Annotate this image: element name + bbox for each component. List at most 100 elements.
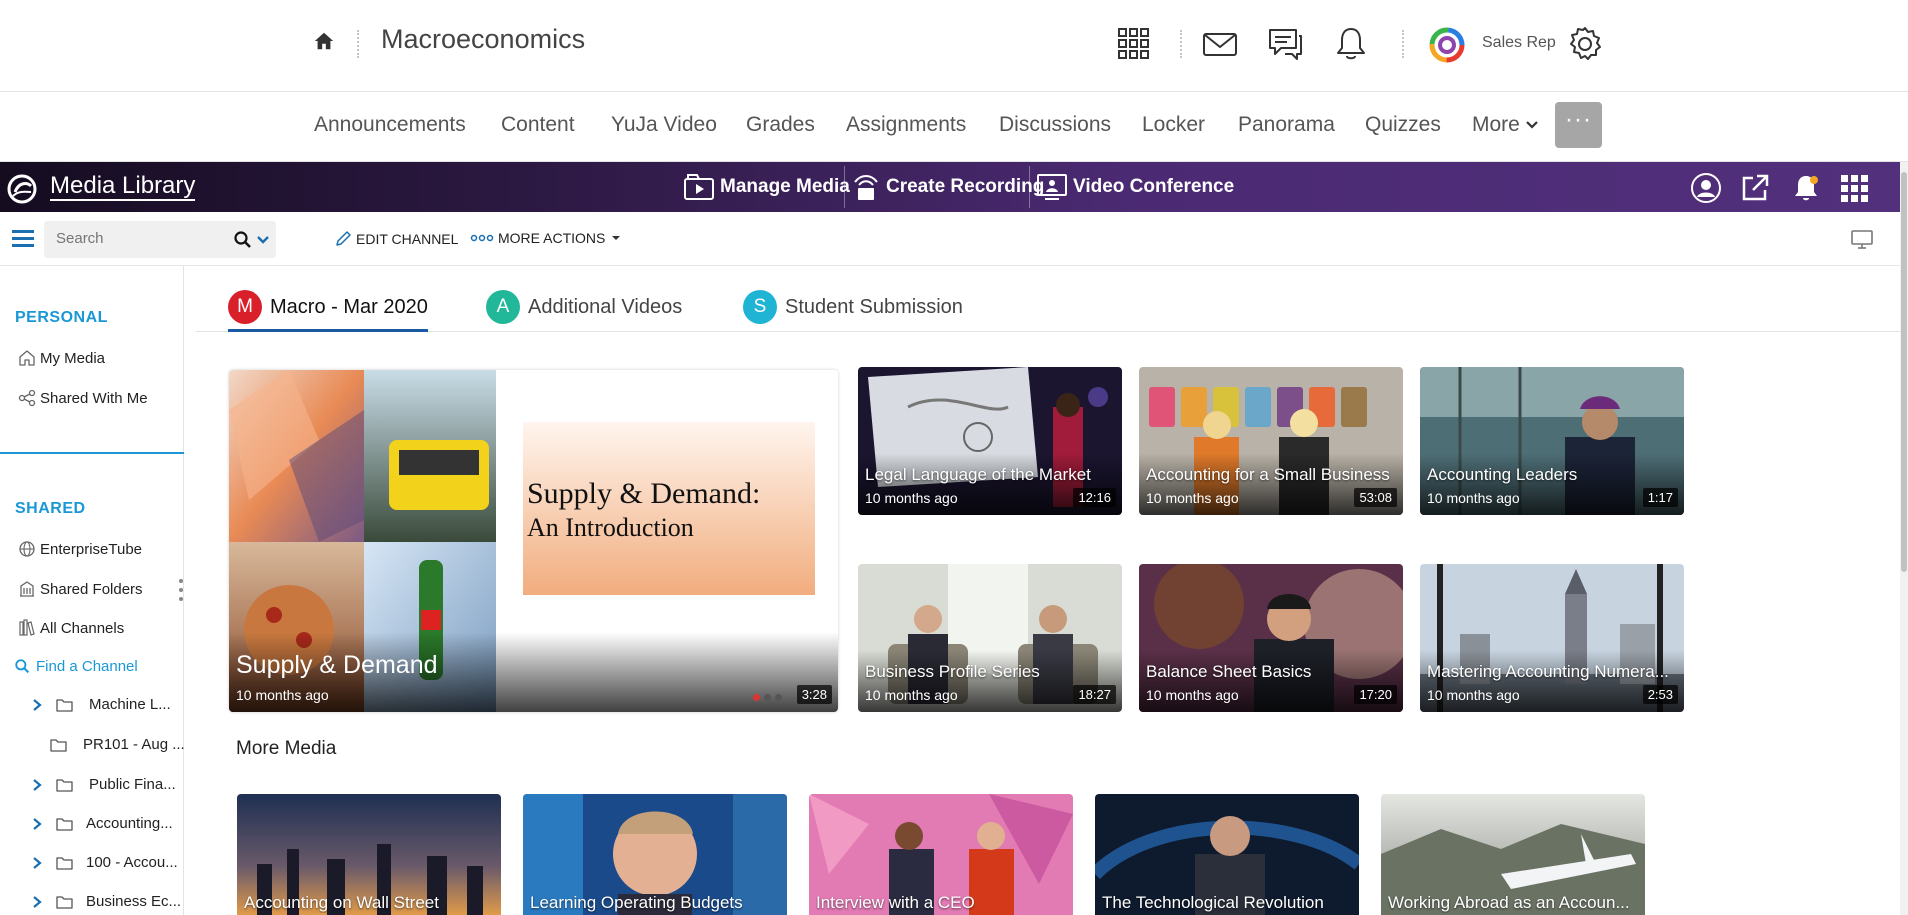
bell-icon[interactable] (1333, 26, 1369, 62)
tab-label: Macro - Mar 2020 (270, 296, 428, 318)
media-card[interactable]: The Technological Revolution (1095, 794, 1359, 915)
video-conference-label: Video Conference (1073, 176, 1235, 197)
video-title[interactable]: Mastering Accounting Numera... (1427, 662, 1669, 682)
video-card[interactable]: Business Profile Series 10 months ago 18… (858, 564, 1122, 712)
carousel-dot[interactable] (764, 694, 771, 701)
more-actions-button[interactable]: MORE ACTIONS (470, 230, 621, 246)
media-title[interactable]: Accounting on Wall Street (244, 893, 439, 913)
media-card[interactable]: Working Abroad as an Accoun... (1381, 794, 1645, 915)
chevron-right-icon[interactable] (30, 698, 44, 712)
user-avatar[interactable] (1428, 26, 1466, 64)
apps-grid-icon[interactable] (1838, 172, 1870, 204)
create-recording-button[interactable]: Create Recording (852, 162, 1044, 212)
nav-quizzes[interactable]: Quizzes (1365, 113, 1441, 137)
nav-overflow-button[interactable]: ··· (1555, 102, 1602, 148)
scrollbar-thumb[interactable] (1901, 172, 1907, 572)
settings-gear-icon[interactable] (1567, 26, 1603, 62)
tab-badge: M (228, 290, 262, 324)
external-link-icon[interactable] (1739, 172, 1771, 204)
chevron-right-icon[interactable] (30, 778, 44, 792)
video-title[interactable]: Accounting for a Small Business (1146, 465, 1390, 485)
edit-channel-button[interactable]: EDIT CHANNEL (334, 230, 458, 248)
manage-media-button[interactable]: Manage Media (684, 162, 850, 212)
channel-tree-item[interactable]: Machine L... (30, 696, 171, 713)
course-title[interactable]: Macroeconomics (381, 24, 585, 55)
nav-content[interactable]: Content (501, 113, 575, 137)
channel-tree-item[interactable]: PR101 - Aug ... (50, 736, 185, 753)
video-title[interactable]: Accounting Leaders (1427, 465, 1577, 485)
tab-macro-mar-2020[interactable]: M Macro - Mar 2020 (228, 290, 428, 332)
video-card[interactable]: Accounting for a Small Business 10 month… (1139, 367, 1403, 515)
channel-tree-item[interactable]: Business Ec... (30, 893, 181, 910)
hamburger-menu-icon[interactable] (12, 228, 34, 248)
find-channel-link[interactable]: Find a Channel (15, 658, 138, 675)
carousel-dot[interactable] (775, 694, 782, 701)
nav-discussions[interactable]: Discussions (999, 113, 1111, 137)
mail-icon[interactable] (1202, 26, 1238, 62)
media-title[interactable]: Working Abroad as an Accoun... (1388, 893, 1630, 913)
sidebar-item-enterprisetube[interactable]: EnterpriseTube (18, 540, 142, 558)
yuja-logo-icon[interactable] (5, 172, 39, 206)
user-name[interactable]: Sales Rep (1482, 34, 1556, 52)
media-title[interactable]: Learning Operating Budgets (530, 893, 743, 913)
sidebar: PERSONAL My Media Shared With Me SHARED … (0, 266, 185, 915)
nav-more-menu[interactable]: More (1472, 113, 1539, 137)
nav-locker[interactable]: Locker (1142, 113, 1205, 137)
channel-tree-item[interactable]: 100 - Accou... (30, 854, 178, 871)
tab-additional-videos[interactable]: A Additional Videos (486, 290, 682, 332)
more-actions-label: MORE ACTIONS (498, 230, 606, 246)
nav-assignments[interactable]: Assignments (846, 113, 966, 137)
nav-yuja-video[interactable]: YuJa Video (611, 113, 717, 137)
featured-video-card[interactable]: Supply & Demand: An Introduction Supply … (229, 370, 838, 712)
tab-badge: A (486, 290, 520, 324)
video-conference-button[interactable]: Video Conference (1037, 162, 1234, 212)
nav-more-label: More (1472, 113, 1520, 136)
search-input[interactable] (56, 230, 216, 247)
user-profile-icon[interactable] (1690, 172, 1722, 204)
featured-title[interactable]: Supply & Demand (236, 651, 438, 680)
home-icon[interactable] (313, 30, 335, 52)
video-title[interactable]: Balance Sheet Basics (1146, 662, 1311, 682)
video-card[interactable]: Mastering Accounting Numera... 10 months… (1420, 564, 1684, 712)
video-title[interactable]: Business Profile Series (865, 662, 1040, 682)
apps-grid-icon[interactable] (1116, 26, 1152, 62)
search-icon[interactable] (234, 231, 252, 249)
tab-student-submission[interactable]: S Student Submission (743, 290, 963, 332)
folder-icon (56, 698, 73, 712)
carousel-dot[interactable] (753, 694, 760, 701)
channel-tree-label: Public Fina... (89, 776, 176, 793)
chevron-right-icon[interactable] (30, 817, 44, 831)
nav-announcements[interactable]: Announcements (314, 113, 466, 137)
sidebar-item-shared-with-me[interactable]: Shared With Me (18, 389, 148, 407)
chevron-down-icon[interactable] (256, 233, 270, 247)
channel-tree-item[interactable]: Public Fina... (30, 776, 176, 793)
chevron-right-icon[interactable] (30, 856, 44, 870)
search-icon (15, 659, 30, 674)
media-card[interactable]: Learning Operating Budgets (523, 794, 787, 915)
sidebar-item-shared-folders[interactable]: Shared Folders (18, 580, 143, 598)
video-card[interactable]: Legal Language of the Market 10 months a… (858, 367, 1122, 515)
personal-heading: PERSONAL (15, 309, 108, 326)
media-title[interactable]: Interview with a CEO (816, 893, 975, 913)
chat-icon[interactable] (1267, 26, 1303, 62)
carousel-dots[interactable] (753, 694, 782, 701)
tab-label: Additional Videos (528, 296, 683, 318)
video-card[interactable]: Balance Sheet Basics 10 months ago 17:20 (1139, 564, 1403, 712)
monitor-icon[interactable] (1850, 228, 1874, 250)
sidebar-item-all-channels[interactable]: All Channels (18, 619, 124, 637)
notifications-bell-icon[interactable] (1790, 172, 1822, 204)
nav-panorama[interactable]: Panorama (1238, 113, 1335, 137)
media-card[interactable]: Accounting on Wall Street (237, 794, 501, 915)
media-title[interactable]: The Technological Revolution (1102, 893, 1324, 913)
channel-tree-item[interactable]: Accounting... (30, 815, 173, 832)
video-title[interactable]: Legal Language of the Market (865, 465, 1091, 485)
sidebar-resize-handle[interactable] (178, 578, 184, 602)
nav-grades[interactable]: Grades (746, 113, 815, 137)
folder-icon (56, 895, 73, 909)
media-card[interactable]: Interview with a CEO (809, 794, 1073, 915)
chevron-right-icon[interactable] (30, 895, 44, 909)
sidebar-item-my-media[interactable]: My Media (18, 349, 105, 367)
video-duration: 12:16 (1073, 488, 1116, 507)
media-library-title[interactable]: Media Library (50, 173, 196, 201)
video-card[interactable]: Accounting Leaders 10 months ago 1:17 (1420, 367, 1684, 515)
